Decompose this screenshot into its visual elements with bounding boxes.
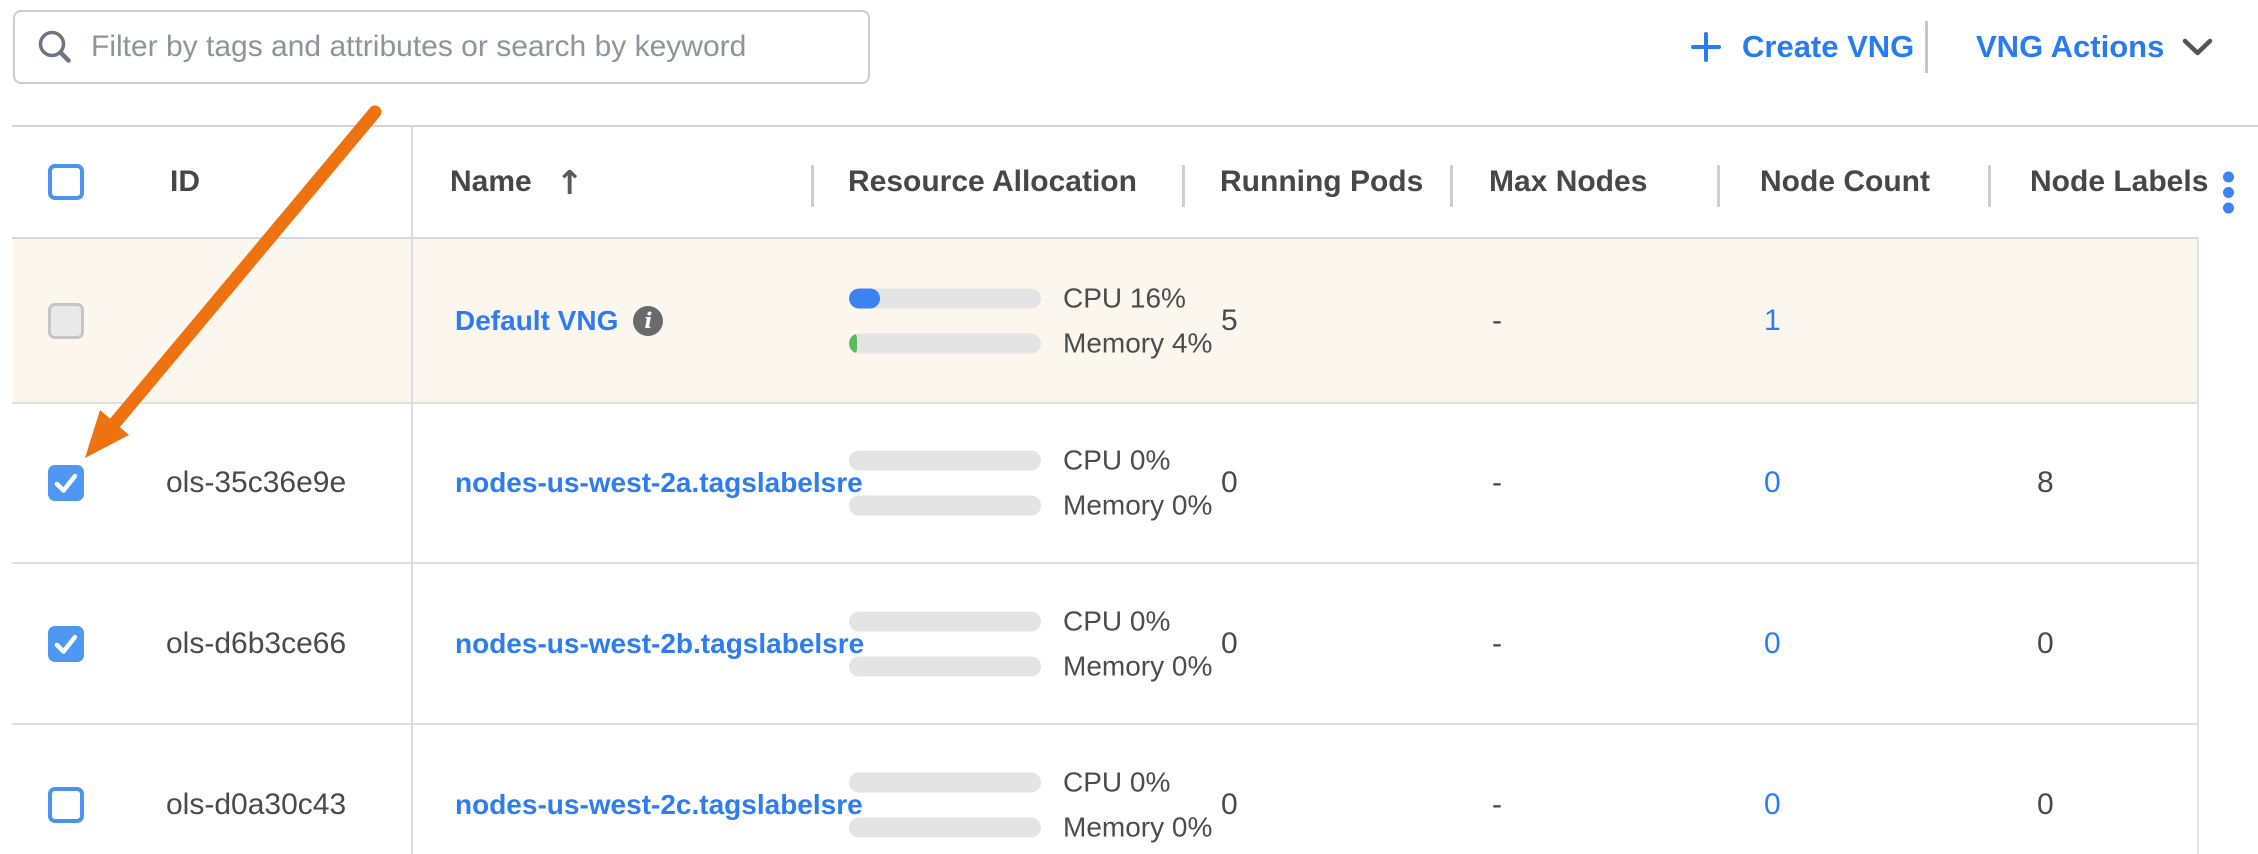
memory-progress-bar <box>849 333 1041 353</box>
header-divider <box>1450 165 1453 207</box>
table-row: ols-d0a30c43 nodes-us-west-2c.tagslabels… <box>12 725 2199 854</box>
checkmark-icon <box>48 626 84 662</box>
memory-progress-bar <box>849 656 1041 676</box>
cpu-progress-bar <box>849 451 1041 471</box>
max-nodes-value: - <box>1492 304 1502 338</box>
running-pods-value: 0 <box>1221 466 1238 500</box>
running-pods-value: 0 <box>1221 788 1238 822</box>
node-count-link[interactable]: 0 <box>1764 788 1781 822</box>
column-header-id[interactable]: ID <box>170 165 200 199</box>
node-count-link[interactable]: 0 <box>1764 627 1781 661</box>
cpu-progress-bar <box>849 773 1041 793</box>
column-header-max-nodes[interactable]: Max Nodes <box>1489 165 1647 199</box>
row-checkbox-checked[interactable] <box>48 465 84 501</box>
vng-name-link[interactable]: nodes-us-west-2a.tagslabelsre <box>455 467 863 499</box>
header-divider <box>811 165 814 207</box>
cpu-label: CPU 0% <box>1063 605 1170 637</box>
select-all-checkbox[interactable] <box>48 164 84 200</box>
search-box[interactable] <box>13 10 870 84</box>
memory-progress-bar <box>849 496 1041 516</box>
column-header-node-count[interactable]: Node Count <box>1760 165 1930 199</box>
chevron-down-icon <box>2182 38 2213 57</box>
vng-id: ols-d6b3ce66 <box>166 627 346 661</box>
cpu-progress-bar <box>849 288 1041 308</box>
column-header-node-labels[interactable]: Node Labels <box>2030 165 2208 199</box>
info-icon[interactable]: i <box>633 306 663 336</box>
header-divider <box>1182 165 1185 207</box>
column-header-running-pods[interactable]: Running Pods <box>1220 165 1423 199</box>
node-count-link[interactable]: 0 <box>1764 466 1781 500</box>
create-vng-button[interactable]: Create VNG <box>1690 18 1914 76</box>
resource-allocation-cell: CPU 0% Memory 0% <box>849 451 1212 516</box>
max-nodes-value: - <box>1492 466 1502 500</box>
cpu-label: CPU 0% <box>1063 445 1170 477</box>
memory-label: Memory 4% <box>1063 327 1212 359</box>
id-name-column-divider <box>411 127 413 854</box>
max-nodes-value: - <box>1492 788 1502 822</box>
resource-allocation-cell: CPU 0% Memory 0% <box>849 773 1212 838</box>
table-header-row: ID Name ↑ Resource Allocation Running Po… <box>0 127 2258 237</box>
node-count-link[interactable]: 1 <box>1764 304 1781 338</box>
cpu-label: CPU 0% <box>1063 767 1170 799</box>
search-icon <box>37 29 73 65</box>
plus-icon <box>1690 31 1722 63</box>
row-checkbox-disabled <box>48 303 84 339</box>
memory-progress-bar <box>849 818 1041 838</box>
column-settings-dots-icon[interactable] <box>2222 171 2235 219</box>
vng-actions-label: VNG Actions <box>1976 29 2164 65</box>
memory-label: Memory 0% <box>1063 650 1212 682</box>
toolbar-divider <box>1925 21 1928 73</box>
column-header-resource-allocation[interactable]: Resource Allocation <box>848 165 1137 199</box>
vng-name-link[interactable]: nodes-us-west-2b.tagslabelsre <box>455 628 864 660</box>
table-row: Default VNG i CPU 16% Memory 4% 5 - 1 <box>12 237 2199 404</box>
node-labels-value: 0 <box>2037 627 2054 661</box>
cpu-progress-bar <box>849 611 1041 631</box>
header-divider <box>1988 165 1991 207</box>
vng-actions-dropdown[interactable]: VNG Actions <box>1976 18 2213 76</box>
search-input[interactable] <box>91 17 868 77</box>
vng-id: ols-d0a30c43 <box>166 788 346 822</box>
cpu-label: CPU 16% <box>1063 282 1186 314</box>
row-checkbox-unchecked[interactable] <box>48 787 84 823</box>
memory-label: Memory 0% <box>1063 490 1212 522</box>
resource-allocation-cell: CPU 0% Memory 0% <box>849 611 1212 676</box>
vng-name-link[interactable]: Default VNG i <box>455 305 663 337</box>
resource-allocation-cell: CPU 16% Memory 4% <box>849 288 1212 353</box>
vng-name-link[interactable]: nodes-us-west-2c.tagslabelsre <box>455 789 863 821</box>
running-pods-value: 5 <box>1221 304 1238 338</box>
memory-label: Memory 0% <box>1063 812 1212 844</box>
max-nodes-value: - <box>1492 627 1502 661</box>
vng-list-page: Create VNG VNG Actions ID Name ↑ Resourc… <box>0 0 2258 854</box>
table-row: ols-35c36e9e nodes-us-west-2a.tagslabels… <box>12 404 2199 564</box>
sort-ascending-icon[interactable]: ↑ <box>556 166 584 199</box>
row-checkbox-checked[interactable] <box>48 626 84 662</box>
column-header-name[interactable]: Name ↑ <box>450 165 583 199</box>
running-pods-value: 0 <box>1221 627 1238 661</box>
node-labels-value: 8 <box>2037 466 2054 500</box>
table-row: ols-d6b3ce66 nodes-us-west-2b.tagslabels… <box>12 564 2199 725</box>
vng-id: ols-35c36e9e <box>166 466 346 500</box>
header-divider <box>1717 165 1720 207</box>
node-labels-value: 0 <box>2037 788 2054 822</box>
create-vng-label: Create VNG <box>1742 29 1914 65</box>
checkmark-icon <box>48 465 84 501</box>
